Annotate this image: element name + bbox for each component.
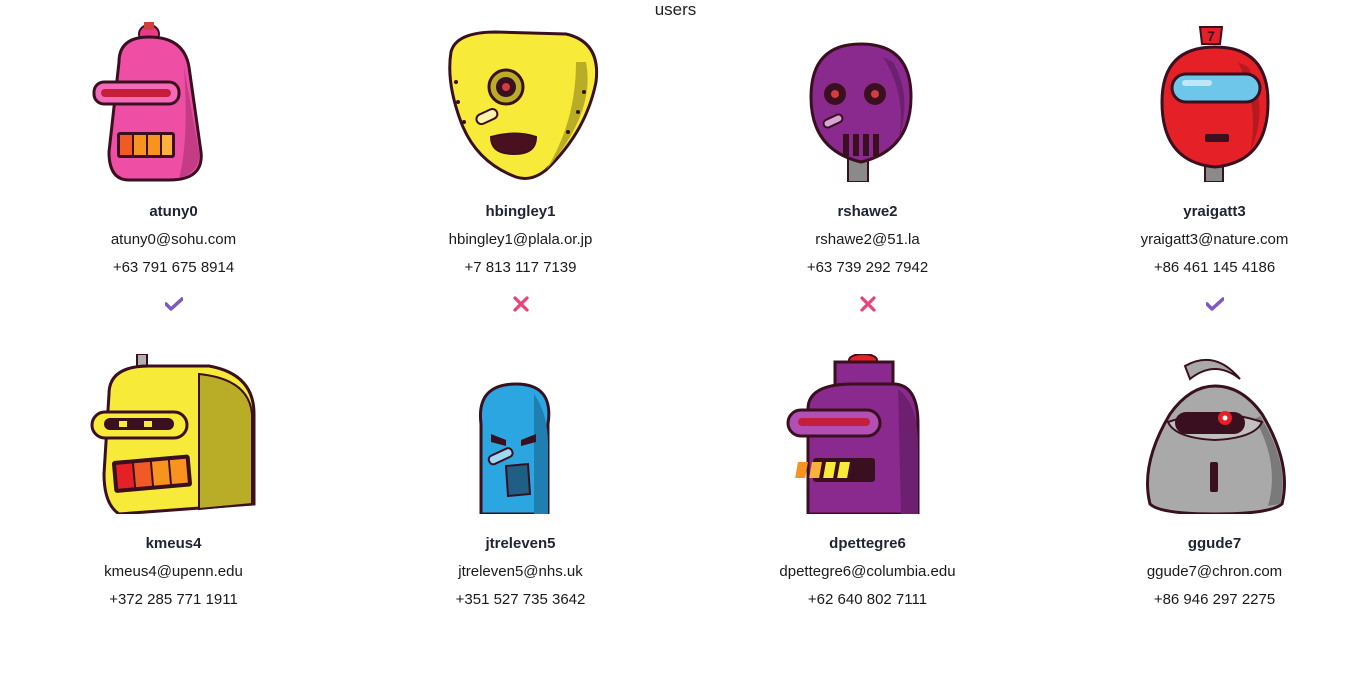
status-check-icon [1205,293,1224,315]
svg-text:7: 7 [1207,28,1215,44]
robot-avatar [808,42,913,182]
username: kmeus4 [145,535,202,552]
email: rshawe2@51.la [815,231,920,248]
page-title: users [654,0,697,19]
username: yraigatt3 [1183,203,1246,220]
username: rshawe2 [837,203,898,220]
email: yraigatt3@nature.com [1140,231,1289,248]
email: hbingley1@plala.or.jp [448,231,593,248]
email: ggude7@chron.com [1146,563,1283,580]
phone: +63 791 675 8914 [112,259,235,276]
phone: +351 527 735 3642 [455,591,586,608]
phone: +372 285 771 1911 [109,591,238,608]
phone: +63 739 292 7942 [806,259,929,276]
username: hbingley1 [485,203,556,220]
phone: +62 640 802 7111 [807,591,928,608]
user-card[interactable]: 7 yraigatt3 yraigatt3@nature.com +86 461… [1041,22,1351,354]
user-card[interactable]: dpettegre6 dpettegre6@columbia.edu +62 6… [694,354,1041,686]
robot-avatar [786,354,919,514]
user-card[interactable]: ggude7 ggude7@chron.com +86 946 297 2275 [1041,354,1351,686]
user-card[interactable]: hbingley1 hbingley1@plala.or.jp +7 813 1… [347,22,694,354]
user-card[interactable]: rshawe2 rshawe2@51.la +63 739 292 7942 [694,22,1041,354]
phone: +7 813 117 7139 [464,259,577,276]
status-cross-icon [512,293,529,315]
robot-avatar [1145,358,1286,514]
robot-avatar [447,30,598,180]
email: kmeus4@upenn.edu [104,563,243,580]
status-cross-icon [859,293,876,315]
username: dpettegre6 [829,535,906,552]
user-card[interactable]: jtreleven5 jtreleven5@nhs.uk +351 527 73… [347,354,694,686]
email: dpettegre6@columbia.edu [779,563,956,580]
email: jtreleven5@nhs.uk [458,563,583,580]
username: ggude7 [1187,535,1242,552]
username: atuny0 [149,203,198,220]
status-check-icon [164,293,183,315]
email: atuny0@sohu.com [110,231,237,248]
robot-avatar [478,382,550,514]
phone: +86 461 145 4186 [1153,259,1276,276]
robot-avatar [90,354,255,514]
user-card[interactable]: kmeus4 kmeus4@upenn.edu +372 285 771 191… [0,354,347,686]
phone: +86 946 297 2275 [1153,591,1276,608]
robot-avatar [92,22,203,182]
user-card[interactable]: atuny0 atuny0@sohu.com +63 791 675 8914 [0,22,347,354]
username: jtreleven5 [485,535,556,552]
user-grid: atuny0 atuny0@sohu.com +63 791 675 8914 … [0,22,1351,686]
robot-avatar: 7 [1159,26,1270,182]
